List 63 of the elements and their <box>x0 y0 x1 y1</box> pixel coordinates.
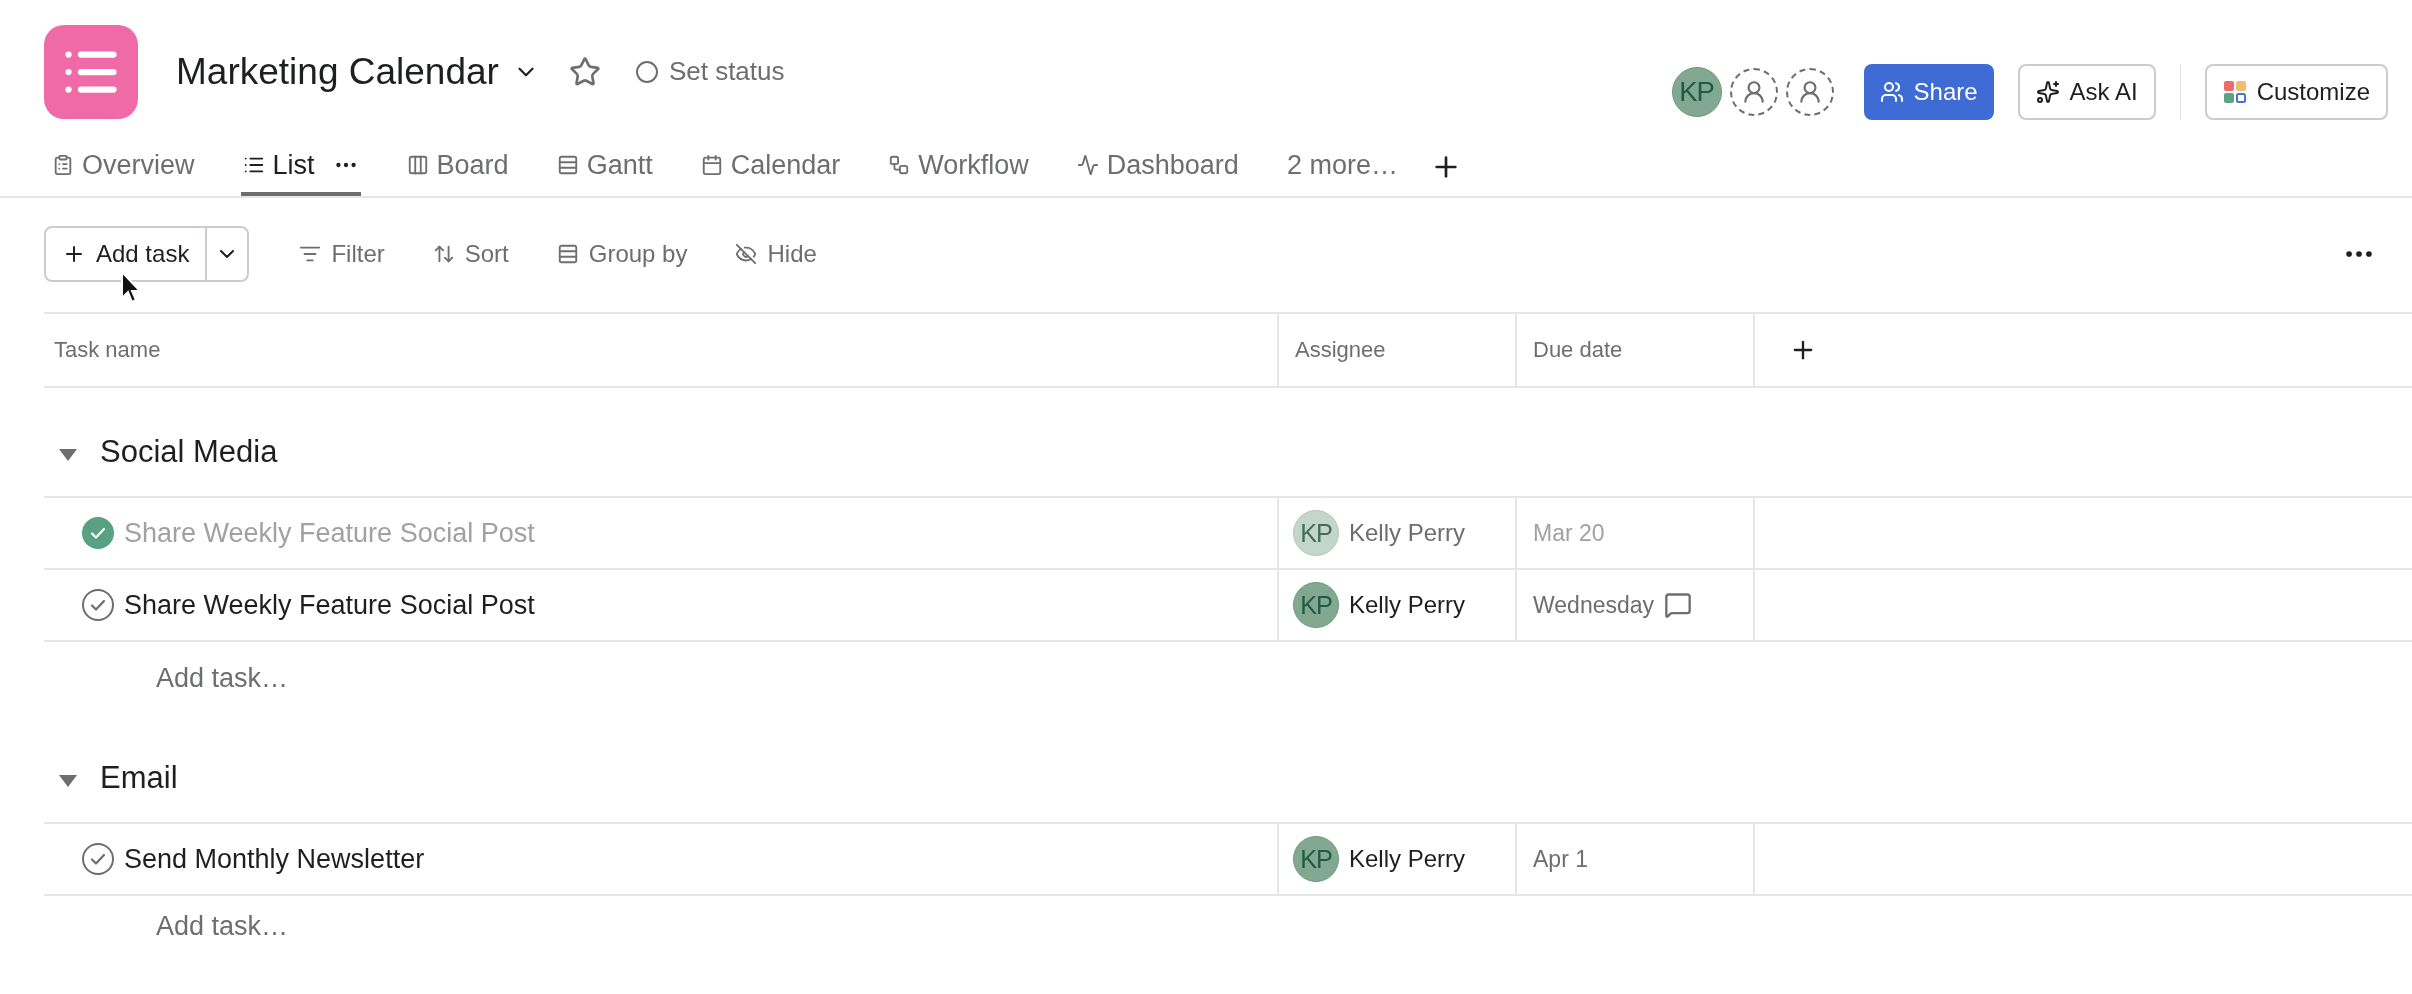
caret-icon[interactable] <box>58 774 78 788</box>
customize-icon <box>2222 79 2247 104</box>
due-date[interactable]: Mar 20 <box>1533 519 1605 547</box>
board-icon <box>406 154 429 176</box>
gantt-icon <box>556 154 579 176</box>
view-tab[interactable]: List <box>240 138 361 196</box>
column-header[interactable]: Task name <box>44 314 1277 386</box>
hide-button[interactable]: Hide <box>735 240 817 268</box>
add-task-link[interactable]: Add task… <box>156 910 289 942</box>
avatar: KP <box>1293 510 1339 556</box>
view-tab[interactable]: Calendar <box>698 138 843 196</box>
avatar: KP <box>1293 836 1339 882</box>
task-row[interactable]: Send Monthly Newsletter KP Kelly Perry Apr 1 <box>44 824 2412 896</box>
view-tab[interactable]: Gantt <box>554 138 655 196</box>
project-title: Marketing Calendar <box>176 50 499 93</box>
task-row[interactable]: Share Weekly Feature Social Post KP Kelly Perry Mar 20 <box>44 498 2412 570</box>
task-name[interactable]: Share Weekly Feature Social Post <box>124 589 535 621</box>
empty-member-avatar[interactable] <box>1785 67 1834 116</box>
assignee-name: Kelly Perry <box>1349 845 1466 873</box>
share-button[interactable]: Share <box>1863 63 1994 120</box>
group-icon <box>556 243 579 265</box>
view-tab[interactable]: Workflow <box>886 138 1031 196</box>
group-button[interactable]: Group by <box>556 240 688 268</box>
sort-button[interactable]: Sort <box>432 240 509 268</box>
due-date[interactable]: Wednesday <box>1533 591 1655 619</box>
column-header[interactable]: Due date <box>1515 314 1753 386</box>
view-tab[interactable]: Dashboard <box>1074 138 1241 196</box>
filter-button[interactable]: Filter <box>299 240 385 268</box>
complete-checkbox[interactable] <box>82 517 114 549</box>
caret-icon[interactable] <box>58 448 78 462</box>
sort-icon <box>432 243 455 265</box>
due-date[interactable]: Apr 1 <box>1533 845 1588 873</box>
hide-icon <box>735 243 758 265</box>
column-header[interactable]: Assignee <box>1277 314 1515 386</box>
set-status-button[interactable]: Set status <box>634 56 785 87</box>
task-row[interactable]: Share Weekly Feature Social Post KP Kelly Perry Wednesday <box>44 570 2412 642</box>
member-avatar[interactable]: KP <box>1671 66 1722 117</box>
people-icon <box>1879 79 1904 104</box>
task-name[interactable]: Send Monthly Newsletter <box>124 843 425 875</box>
comment-icon[interactable] <box>1664 591 1693 619</box>
ask-ai-button[interactable]: Ask AI <box>2017 63 2156 120</box>
star-icon[interactable] <box>568 55 601 88</box>
assignee-name: Kelly Perry <box>1349 519 1466 547</box>
complete-checkbox[interactable] <box>82 843 114 875</box>
list-icon <box>44 24 138 119</box>
avatar: KP <box>1293 582 1339 628</box>
view-tab[interactable]: Overview <box>50 138 197 196</box>
view-tab[interactable]: 2 more… <box>1284 138 1400 196</box>
calendar-icon <box>700 154 723 176</box>
dashboard-icon <box>1076 154 1099 176</box>
section-title: Social Media <box>100 434 278 470</box>
workflow-icon <box>888 154 911 176</box>
circle-icon <box>634 59 659 84</box>
sparkle-icon <box>2035 79 2060 104</box>
assignee-name: Kelly Perry <box>1349 591 1466 619</box>
empty-member-avatar[interactable] <box>1729 67 1778 116</box>
overview-icon <box>52 154 74 176</box>
add-task-link[interactable]: Add task… <box>156 662 289 694</box>
section-title: Email <box>100 760 178 796</box>
complete-checkbox[interactable] <box>82 589 114 621</box>
view-tab[interactable]: Board <box>404 138 511 196</box>
task-name[interactable]: Share Weekly Feature Social Post <box>124 517 535 549</box>
customize-button[interactable]: Customize <box>2204 63 2388 120</box>
